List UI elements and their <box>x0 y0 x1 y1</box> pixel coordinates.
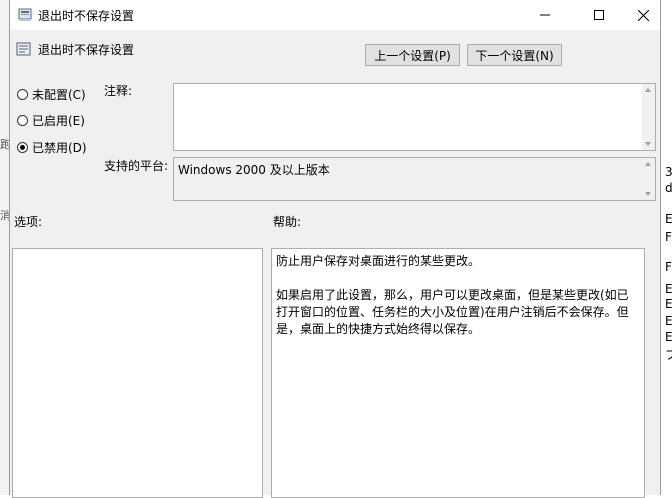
background-text: F <box>665 230 672 244</box>
help-panel: 防止用户保存对桌面进行的某些更改。 如果启用了此设置，那么，用户可以更改桌面，但… <box>271 248 645 498</box>
radio-button[interactable] <box>17 89 28 100</box>
policy-setting-dialog: 退出时不保存设置 退出时不保存设置 上一个设置(P) 下一个设置(N) 未配置(… <box>9 0 661 498</box>
policy-app-icon <box>18 8 32 22</box>
options-label: 选项: <box>14 215 43 229</box>
background-text: E <box>665 330 672 344</box>
background-window-right: 3 d E F F E E E E ブ <box>661 0 672 495</box>
supported-platforms-label: 支持的平台: <box>104 159 169 173</box>
maximize-button[interactable] <box>576 0 622 30</box>
supported-platforms-value: Windows 2000 及以上版本 <box>178 163 330 177</box>
radio-label: 已启用(E) <box>32 114 85 128</box>
scroll-up-arrow-icon[interactable] <box>645 162 651 166</box>
background-text: ブ <box>665 348 672 362</box>
close-button[interactable] <box>620 0 666 30</box>
comment-label: 注释: <box>104 84 133 98</box>
background-text: E <box>665 297 672 311</box>
radio-disabled[interactable]: 已禁用(D) <box>17 139 87 156</box>
radio-label: 未配置(C) <box>32 88 86 102</box>
radio-button[interactable] <box>17 115 28 126</box>
platforms-scrollbar[interactable] <box>642 158 655 200</box>
help-paragraph: 如果启用了此设置，那么，用户可以更改桌面，但是某些更改(如已打开窗口的位置、任务… <box>276 288 629 336</box>
policy-name: 退出时不保存设置 <box>38 43 135 57</box>
close-icon <box>637 9 649 21</box>
maximize-icon <box>594 10 604 20</box>
help-paragraph: 防止用户保存对桌面进行的某些更改。 <box>276 254 481 268</box>
radio-not-configured[interactable]: 未配置(C) <box>17 86 86 103</box>
radio-enabled[interactable]: 已启用(E) <box>17 112 85 129</box>
help-label: 帮助: <box>273 215 302 229</box>
comment-textarea[interactable] <box>173 83 656 151</box>
scroll-down-arrow-icon[interactable] <box>645 142 651 146</box>
background-text: F <box>665 260 672 274</box>
policy-setting-icon <box>16 42 32 58</box>
next-setting-button[interactable]: 下一个设置(N) <box>467 44 562 66</box>
radio-button-selected[interactable] <box>17 142 28 153</box>
minimize-button[interactable] <box>522 0 568 30</box>
options-panel <box>12 248 263 498</box>
scroll-down-arrow-icon[interactable] <box>645 192 651 196</box>
background-text: E <box>665 282 672 296</box>
previous-setting-button[interactable]: 上一个设置(P) <box>365 44 460 66</box>
background-text: E <box>665 212 672 226</box>
title-bar[interactable]: 退出时不保存设置 <box>10 0 660 30</box>
supported-platforms-field: Windows 2000 及以上版本 <box>173 157 656 201</box>
background-text: E <box>665 314 672 328</box>
window-title: 退出时不保存设置 <box>38 9 135 23</box>
comment-scrollbar[interactable] <box>642 84 655 150</box>
minimize-icon <box>540 14 550 16</box>
background-text: d <box>665 181 672 195</box>
background-text: 3 <box>665 165 672 179</box>
scroll-up-arrow-icon[interactable] <box>645 88 651 92</box>
radio-label: 已禁用(D) <box>32 141 87 155</box>
